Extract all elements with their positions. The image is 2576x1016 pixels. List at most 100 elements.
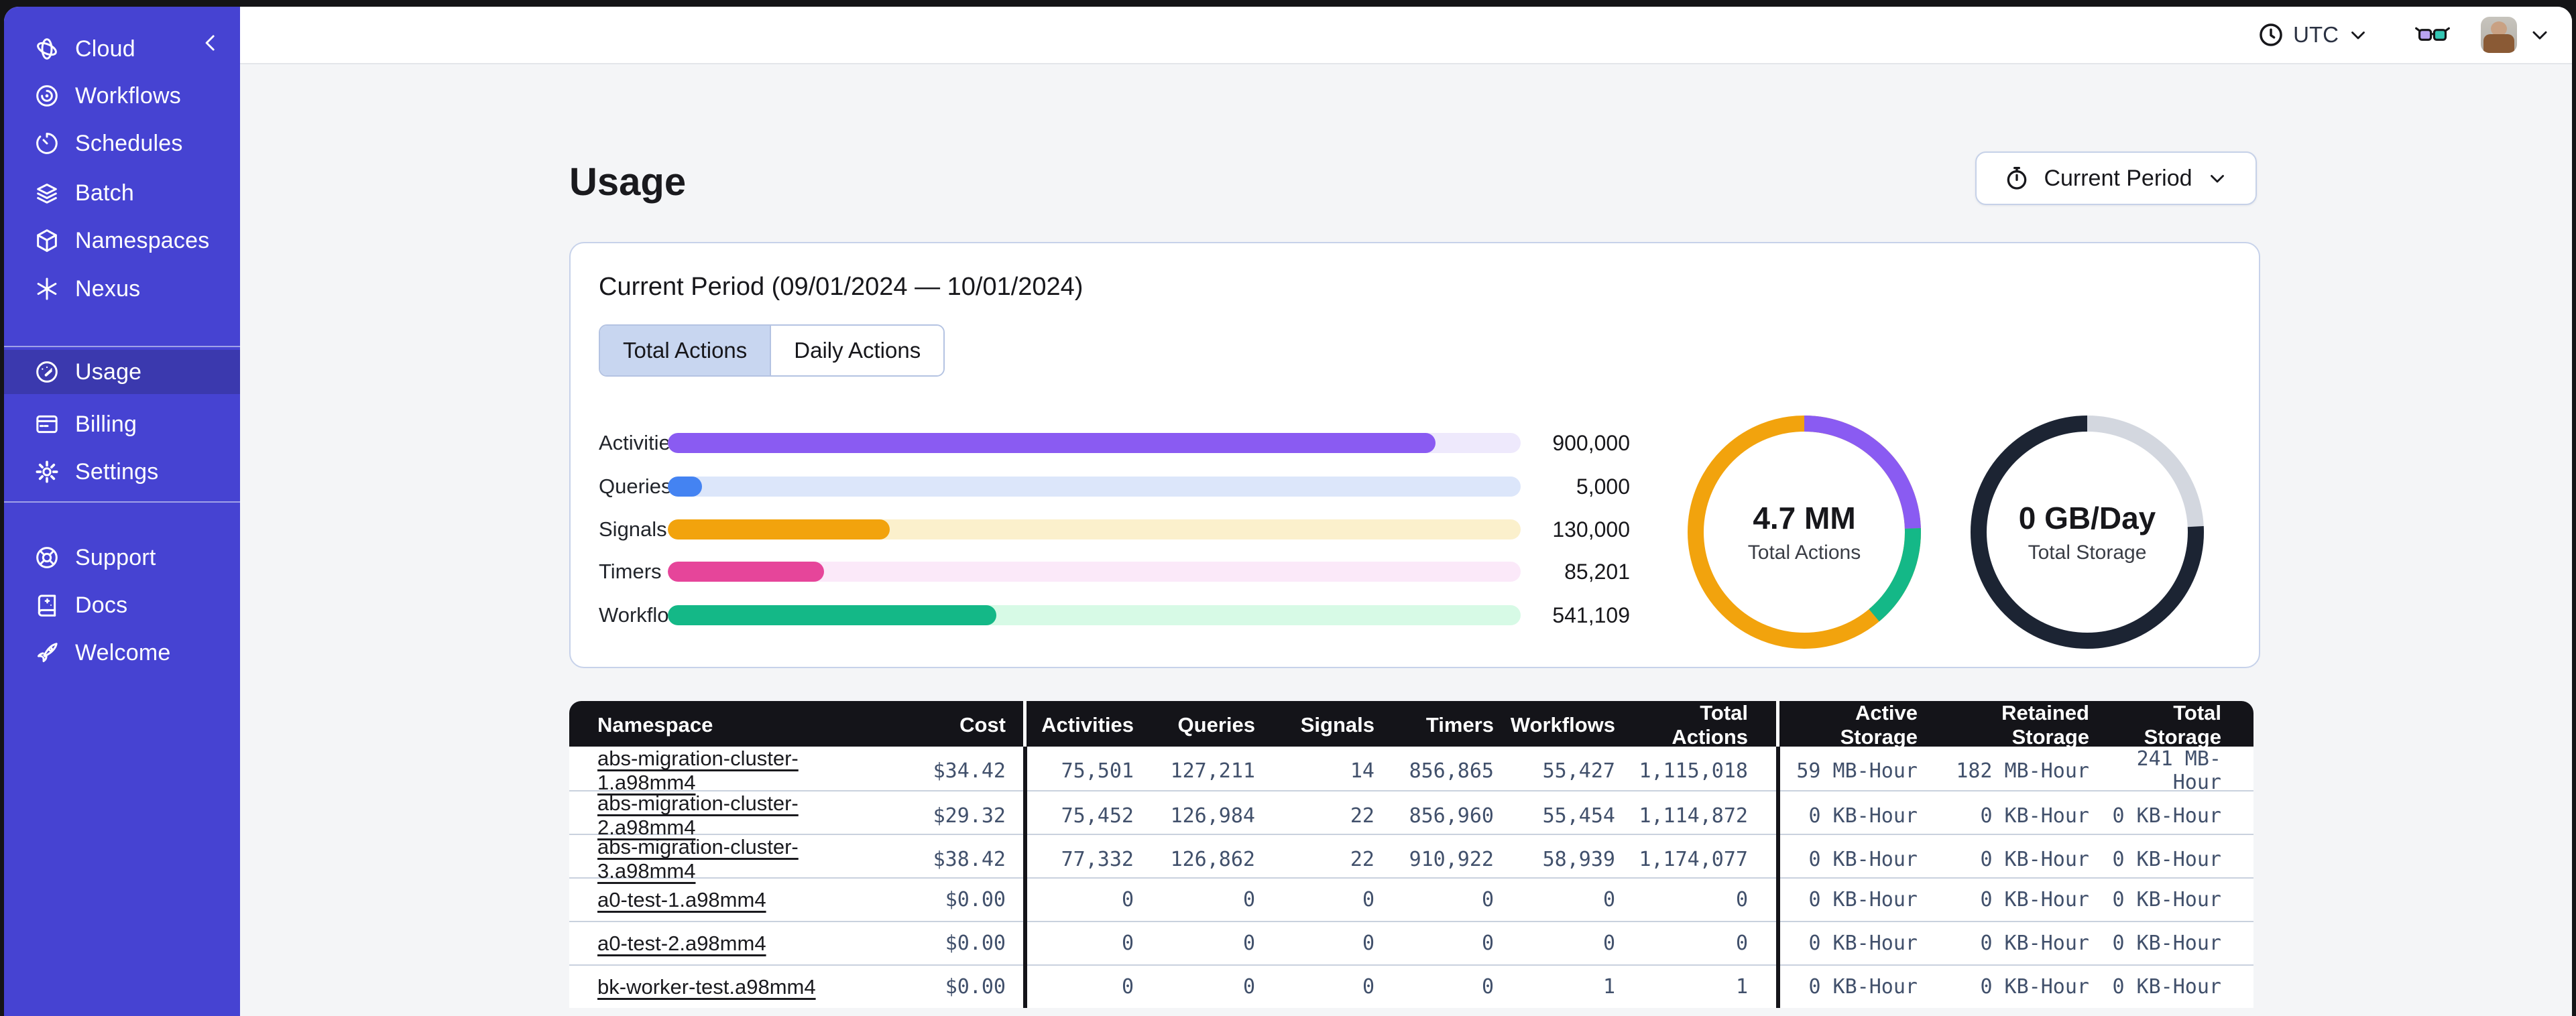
total-storage-donut: 0 GB/Day Total Storage xyxy=(1963,408,2211,656)
queries-cell: 126,984 xyxy=(1170,804,1255,828)
bar-value: 85,201 xyxy=(1564,560,1630,584)
active-storage-cell: 59 MB-Hour xyxy=(1796,759,1918,783)
period-selector-button[interactable]: Current Period xyxy=(1975,151,2257,205)
namespace-link[interactable]: a0-test-1.a98mm4 xyxy=(597,888,766,911)
clock-icon xyxy=(2260,23,2282,46)
signals-cell: 22 xyxy=(1350,804,1374,828)
total-actions-cell: 1 xyxy=(1735,975,1748,999)
sidebar-item-label: Settings xyxy=(75,458,159,485)
timers-cell: 856,865 xyxy=(1409,759,1494,783)
queries-cell: 0 xyxy=(1242,888,1255,911)
total-actions-donut: 4.7 MM Total Actions xyxy=(1680,408,1928,656)
sidebar-item-namespaces[interactable]: Namespaces xyxy=(4,221,240,260)
timezone-selector[interactable]: UTC xyxy=(2257,21,2369,49)
sidebar-item-nexus[interactable]: Nexus xyxy=(4,269,240,308)
sidebar-item-label: Namespaces xyxy=(75,227,210,253)
sidebar-brand-cloud[interactable]: Cloud xyxy=(4,29,240,68)
namespace-link[interactable]: abs-migration-cluster-2.a98mm4 xyxy=(597,791,799,839)
table-row: abs-migration-cluster-1.a98mm4 $34.42 75… xyxy=(569,747,2253,794)
namespace-link[interactable]: a0-test-2.a98mm4 xyxy=(597,932,766,955)
temporal-cloud-icon xyxy=(34,36,60,62)
sidebar-item-welcome[interactable]: Welcome xyxy=(4,633,240,672)
workflows-cell: 58,939 xyxy=(1542,847,1615,871)
queries-cell: 0 xyxy=(1242,975,1255,999)
namespace-link[interactable]: abs-migration-cluster-1.a98mm4 xyxy=(597,747,799,794)
total-actions-label: Total Actions xyxy=(1747,542,1861,564)
header-divider xyxy=(1023,701,1027,747)
user-avatar[interactable] xyxy=(2481,17,2517,53)
topbar: UTC xyxy=(240,7,2572,64)
total-storage-cell: 0 KB-Hour xyxy=(2112,847,2221,871)
namespaces-cube-icon xyxy=(34,227,60,254)
total-actions-cell: 1,115,018 xyxy=(1639,759,1748,783)
sidebar-item-label: Billing xyxy=(75,411,137,437)
timers-cell: 856,960 xyxy=(1409,804,1494,828)
tab-daily-actions[interactable]: Daily Actions xyxy=(770,326,944,375)
total-storage-cell: 0 KB-Hour xyxy=(2112,975,2221,999)
table-row: a0-test-1.a98mm4 $0.00 0 0 0 0 0 0 0 KB-… xyxy=(569,877,2253,921)
schedules-icon xyxy=(34,130,60,157)
page-title: Usage xyxy=(569,160,687,204)
timers-cell: 0 xyxy=(1481,932,1494,955)
queries-cell: 0 xyxy=(1242,932,1255,955)
bar-value: 541,109 xyxy=(1552,603,1630,627)
sidebar-collapse-icon[interactable] xyxy=(197,29,224,56)
total-storage-cell: 0 KB-Hour xyxy=(2112,932,2221,955)
cost-cell: $0.00 xyxy=(945,932,1006,955)
col-timers: Timers xyxy=(1425,713,1494,737)
timezone-label: UTC xyxy=(2293,22,2339,47)
bar-track xyxy=(668,562,1521,582)
cost-cell: $38.42 xyxy=(933,847,1006,871)
bar-label: Timers xyxy=(599,560,662,583)
total-actions-value: 4.7 MM xyxy=(1753,501,1856,535)
active-storage-cell: 0 KB-Hour xyxy=(1808,888,1918,911)
sidebar-item-label: Schedules xyxy=(75,130,183,156)
docs-book-icon xyxy=(34,592,60,619)
sidebar-item-usage[interactable]: Usage xyxy=(4,350,240,394)
activities-cell: 75,501 xyxy=(1061,759,1134,783)
namespace-link[interactable]: bk-worker-test.a98mm4 xyxy=(597,975,816,999)
usage-gauge-icon xyxy=(34,359,60,385)
workflows-cell: 0 xyxy=(1602,888,1615,911)
namespace-link[interactable]: abs-migration-cluster-3.a98mm4 xyxy=(597,835,799,883)
active-storage-cell: 0 KB-Hour xyxy=(1808,932,1918,955)
workflows-cell: 0 xyxy=(1602,932,1615,955)
accessibility-glasses-icon[interactable] xyxy=(2414,20,2451,50)
account-menu-chevron-icon[interactable] xyxy=(2528,23,2552,47)
sidebar-item-support[interactable]: Support xyxy=(4,538,240,577)
sidebar-item-billing[interactable]: Billing xyxy=(4,405,240,444)
queries-cell: 127,211 xyxy=(1170,759,1255,783)
signals-cell: 14 xyxy=(1350,759,1374,783)
total-actions-cell: 0 xyxy=(1735,888,1748,911)
bar-track xyxy=(668,519,1521,539)
total-storage-cell: 241 MB-Hour xyxy=(2136,747,2221,794)
sidebar-item-batch[interactable]: Batch xyxy=(4,174,240,212)
workflows-icon xyxy=(34,82,60,109)
sidebar-item-label: Usage xyxy=(75,359,142,385)
sidebar-item-schedules[interactable]: Schedules xyxy=(4,124,240,163)
col-namespace: Namespace xyxy=(597,713,713,737)
total-storage-cell: 0 KB-Hour xyxy=(2112,888,2221,911)
col-total-actions: Total Actions xyxy=(1672,701,1748,749)
sidebar-item-settings[interactable]: Settings xyxy=(4,452,240,491)
total-actions-cell: 1,114,872 xyxy=(1639,804,1748,828)
col-active-storage: Active Storage xyxy=(1840,701,1918,749)
bar-value: 130,000 xyxy=(1552,517,1630,542)
sidebar-item-label: Support xyxy=(75,544,156,570)
signals-cell: 0 xyxy=(1362,932,1374,955)
active-storage-cell: 0 KB-Hour xyxy=(1808,804,1918,828)
tab-total-actions[interactable]: Total Actions xyxy=(600,326,770,375)
total-actions-cell: 0 xyxy=(1735,932,1748,955)
bar-track xyxy=(668,477,1521,497)
timers-cell: 910,922 xyxy=(1409,847,1494,871)
cost-cell: $34.42 xyxy=(933,759,1006,783)
signals-cell: 22 xyxy=(1350,847,1374,871)
bar-fill xyxy=(668,477,702,497)
sidebar-item-docs[interactable]: Docs xyxy=(4,586,240,625)
bar-fill xyxy=(668,433,1436,453)
sidebar: Cloud Workflows Schedules Batch Namespac… xyxy=(4,7,240,1016)
retained-storage-cell: 0 KB-Hour xyxy=(1980,975,2089,999)
current-period-card: Current Period (09/01/2024 — 10/01/2024)… xyxy=(569,242,2260,668)
bar-track xyxy=(668,605,1521,625)
sidebar-item-workflows[interactable]: Workflows xyxy=(4,76,240,115)
